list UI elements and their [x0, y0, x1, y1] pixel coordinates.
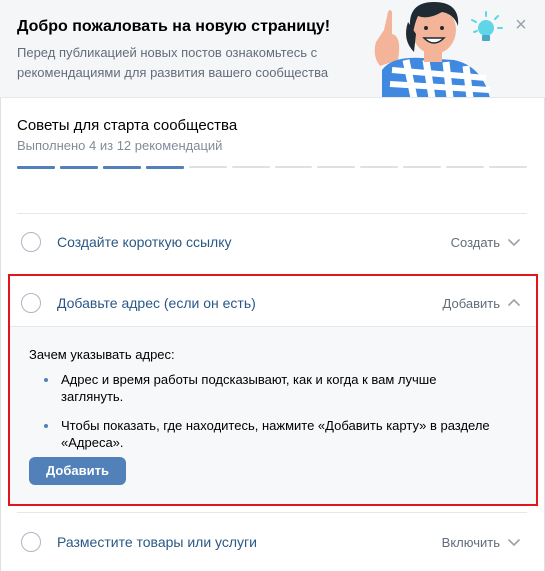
progress-segment — [231, 166, 270, 168]
divider — [17, 213, 527, 214]
task-label[interactable]: Создайте короткую ссылку — [57, 234, 232, 250]
task-action-create[interactable]: Создать — [451, 235, 500, 250]
progress-segment — [403, 166, 442, 168]
progress-segment — [59, 166, 98, 169]
task-label[interactable]: Разместите товары или услуги — [57, 534, 257, 550]
task-row-short-link[interactable]: Создайте короткую ссылку Создать — [8, 215, 538, 269]
progress-segment — [360, 166, 399, 168]
chevron-down-icon[interactable] — [507, 535, 521, 549]
progress-segment — [17, 166, 55, 169]
progress-segment — [446, 166, 485, 168]
divider — [17, 512, 527, 513]
progress-segment — [145, 166, 184, 169]
progress-segment — [317, 166, 356, 168]
progress-segment — [102, 166, 141, 169]
tips-title: Советы для старта сообщества — [17, 117, 238, 134]
banner-subtitle: Перед публикацией новых постов ознакомьт… — [17, 45, 329, 80]
progress-segment — [188, 166, 227, 168]
banner-title: Добро пожаловать на новую страницу! — [17, 18, 331, 35]
tips-progress-status: Выполнено 4 из 12 рекомендаций — [17, 138, 223, 153]
task-row-products[interactable]: Разместите товары или услуги Включить — [8, 515, 538, 569]
radio-circle[interactable] — [21, 532, 41, 552]
radio-circle[interactable] — [21, 232, 41, 252]
welcome-banner: Добро пожаловать на новую страницу! Пере… — [0, 0, 545, 98]
task-action-enable[interactable]: Включить — [442, 535, 500, 550]
chevron-down-icon[interactable] — [507, 235, 521, 249]
progress-bar — [17, 166, 528, 169]
progress-segment — [274, 166, 313, 168]
mascot-illustration — [374, 2, 503, 97]
close-icon[interactable]: × — [510, 14, 532, 36]
progress-segment — [489, 166, 528, 168]
highlight-frame — [8, 274, 538, 506]
